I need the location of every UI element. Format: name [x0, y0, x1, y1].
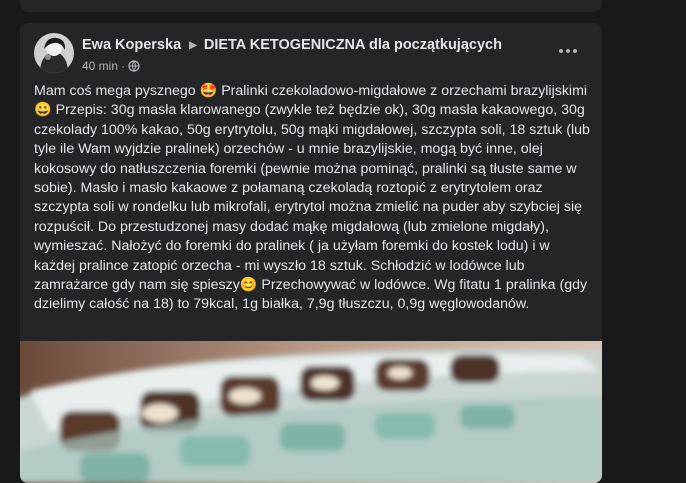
- post-text: Mam coś mega pysznego 🤩 Pralinki czekola…: [34, 83, 590, 313]
- post-photo[interactable]: [20, 341, 602, 483]
- author-avatar[interactable]: [34, 33, 74, 73]
- group-name[interactable]: DIETA KETOGENICZNA dla początkujących: [204, 37, 502, 53]
- globe-icon[interactable]: [128, 60, 140, 75]
- more-options-icon[interactable]: [558, 41, 578, 61]
- avatar-photo: [34, 33, 74, 73]
- meta-separator: ·: [121, 59, 126, 73]
- post-time[interactable]: 40 min: [82, 59, 118, 73]
- arrow-right-icon: ▶: [189, 40, 197, 51]
- post-meta: 40 min ·: [82, 59, 140, 75]
- page-scrollbar[interactable]: [682, 0, 686, 466]
- post-card: Ewa Koperska ▶ DIETA KETOGENICZNA dla pocz…: [20, 23, 602, 483]
- previous-post-card: [20, 0, 602, 12]
- post-header-names: Ewa Koperska ▶ DIETA KETOGENICZNA dla pocz…: [82, 37, 502, 53]
- author-name[interactable]: Ewa Koperska: [82, 37, 181, 53]
